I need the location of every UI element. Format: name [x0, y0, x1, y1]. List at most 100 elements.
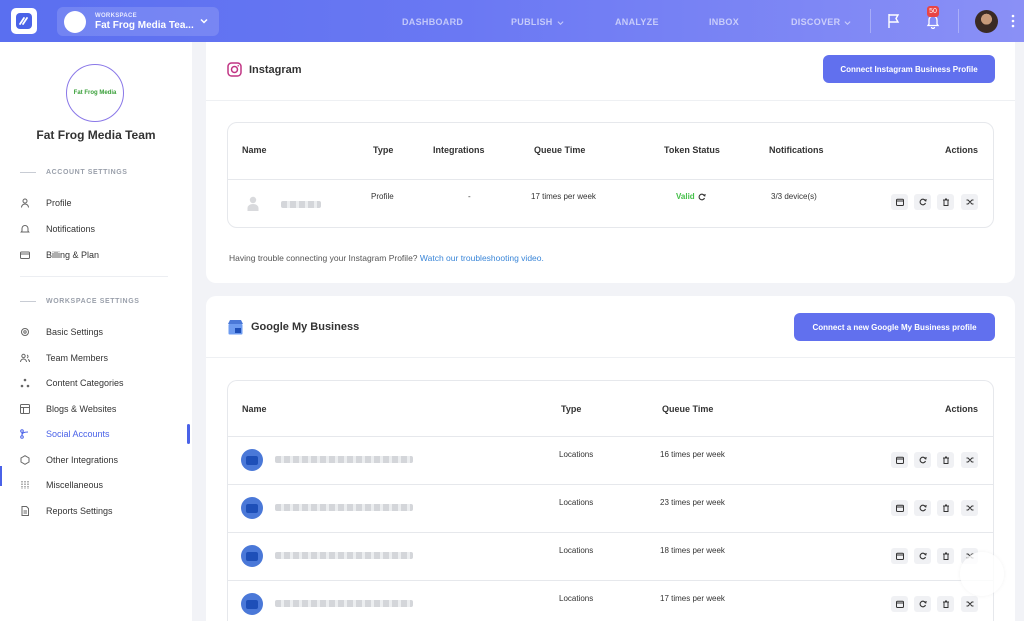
reconnect-button[interactable]: [914, 452, 931, 468]
sidebar-item-profile[interactable]: Profile: [20, 193, 190, 213]
shuffle-button[interactable]: [961, 596, 978, 612]
logo-icon: [16, 13, 32, 29]
top-navbar: WORKSPACE Fat Frog Media Tea... DASHBOAR…: [0, 0, 1024, 42]
token-status-value: Valid: [676, 192, 695, 201]
col-header-token-status: Token Status: [664, 145, 720, 155]
chevron-down-icon: [200, 18, 208, 24]
delete-button[interactable]: [937, 452, 954, 468]
cell-notifications: 3/3 device(s): [771, 192, 817, 201]
cell-type: Locations: [559, 546, 594, 555]
col-header-queue-time: Queue Time: [534, 145, 586, 155]
connect-instagram-button[interactable]: Connect Instagram Business Profile: [823, 55, 995, 83]
calendar-icon: [895, 504, 904, 512]
sidebar-item-social-accounts[interactable]: Social Accounts: [20, 424, 190, 444]
account-settings-heading: ACCOUNT SETTINGS: [20, 169, 128, 176]
sidebar-item-team-members[interactable]: Team Members: [20, 348, 190, 368]
google-my-business-icon: [228, 320, 243, 335]
notification-badge: 50: [927, 6, 939, 17]
file-icon: [21, 506, 29, 516]
workspace-switcher[interactable]: WORKSPACE Fat Frog Media Tea...: [57, 7, 219, 36]
gmb-location-avatar: [241, 497, 263, 519]
share-icon: [20, 429, 29, 439]
sidebar-item-billing[interactable]: Billing & Plan: [20, 245, 190, 265]
instagram-table: Name Type Integrations Queue Time Token …: [227, 122, 994, 228]
shuffle-icon: [966, 199, 973, 205]
refresh-icon[interactable]: [698, 193, 706, 201]
reconnect-button[interactable]: [914, 548, 931, 564]
col-header-notifications: Notifications: [769, 145, 824, 155]
more-vertical-icon[interactable]: [1011, 14, 1015, 28]
nav-analyze[interactable]: ANALYZE: [615, 17, 659, 27]
cell-type: Locations: [559, 498, 594, 507]
delete-button[interactable]: [937, 596, 954, 612]
connect-gmb-button[interactable]: Connect a new Google My Business profile: [794, 313, 995, 341]
gmb-location-avatar: [241, 545, 263, 567]
sidebar-item-notifications[interactable]: Notifications: [20, 219, 190, 239]
refresh-icon: [919, 600, 927, 608]
calendar-button[interactable]: [891, 452, 908, 468]
row-divider: [228, 484, 993, 485]
active-indicator-right: [187, 424, 190, 444]
cell-queue-time: 17 times per week: [660, 594, 725, 603]
shuffle-icon: [966, 505, 973, 511]
instagram-title: Instagram: [249, 64, 302, 76]
col-header-name: Name: [242, 404, 267, 414]
cell-queue-time: 18 times per week: [660, 546, 725, 555]
gear-icon: [21, 328, 29, 336]
sidebar-item-blogs-websites[interactable]: Blogs & Websites: [20, 399, 190, 419]
cell-queue-time: 17 times per week: [531, 192, 596, 201]
reconnect-button[interactable]: [914, 596, 931, 612]
reconnect-button[interactable]: [914, 500, 931, 516]
shuffle-button[interactable]: [961, 452, 978, 468]
sidebar-divider: [20, 276, 168, 277]
hexagon-icon: [20, 455, 30, 465]
delete-button[interactable]: [937, 500, 954, 516]
refresh-icon: [919, 456, 927, 464]
app-logo[interactable]: [11, 8, 37, 34]
delete-button[interactable]: [937, 194, 954, 210]
credit-card-icon: [20, 251, 30, 259]
calendar-button[interactable]: [891, 548, 908, 564]
delete-button[interactable]: [937, 548, 954, 564]
sidebar-item-content-categories[interactable]: Content Categories: [20, 373, 190, 393]
refresh-icon: [919, 552, 927, 560]
settings-sidebar: Fat Frog Media Fat Frog Media Team ACCOU…: [0, 42, 192, 621]
refresh-icon: [919, 504, 927, 512]
sidebar-item-other-integrations[interactable]: Other Integrations: [20, 450, 190, 470]
scroll-to-top-button[interactable]: [960, 552, 1004, 596]
nav-divider: [870, 9, 871, 33]
sidebar-item-miscellaneous[interactable]: Miscellaneous: [20, 475, 190, 495]
card-divider: [206, 100, 1015, 101]
account-name-redacted: [281, 201, 321, 208]
cell-queue-time: 16 times per week: [660, 450, 725, 459]
sidebar-item-basic-settings[interactable]: Basic Settings: [20, 322, 190, 342]
instagram-icon: [227, 62, 242, 77]
calendar-icon: [895, 456, 904, 464]
shuffle-button[interactable]: [961, 500, 978, 516]
nav-inbox[interactable]: INBOX: [709, 17, 739, 27]
flag-icon[interactable]: [887, 13, 901, 29]
calendar-button[interactable]: [891, 500, 908, 516]
instagram-help-text: Having trouble connecting your Instagram…: [229, 253, 544, 263]
sidebar-item-reports-settings[interactable]: Reports Settings: [20, 501, 190, 521]
cell-type: Locations: [559, 594, 594, 603]
nav-discover[interactable]: DISCOVER: [791, 17, 851, 27]
shuffle-button[interactable]: [961, 194, 978, 210]
calendar-button[interactable]: [891, 194, 908, 210]
calendar-button[interactable]: [891, 596, 908, 612]
user-avatar[interactable]: [975, 10, 998, 33]
nav-dashboard[interactable]: DASHBOARD: [402, 17, 463, 27]
troubleshooting-video-link[interactable]: Watch our troubleshooting video.: [420, 253, 544, 263]
location-name-redacted: [275, 456, 413, 463]
reconnect-button[interactable]: [914, 194, 931, 210]
nav-publish[interactable]: PUBLISH: [511, 17, 564, 27]
shuffle-icon: [966, 457, 973, 463]
user-icon: [21, 198, 29, 208]
refresh-icon: [919, 198, 927, 206]
layout-icon: [20, 404, 30, 414]
col-header-actions: Actions: [945, 404, 979, 414]
row-divider: [228, 179, 993, 180]
trash-icon: [942, 552, 949, 560]
sliders-icon: [21, 481, 29, 489]
categories-icon: [20, 378, 30, 388]
